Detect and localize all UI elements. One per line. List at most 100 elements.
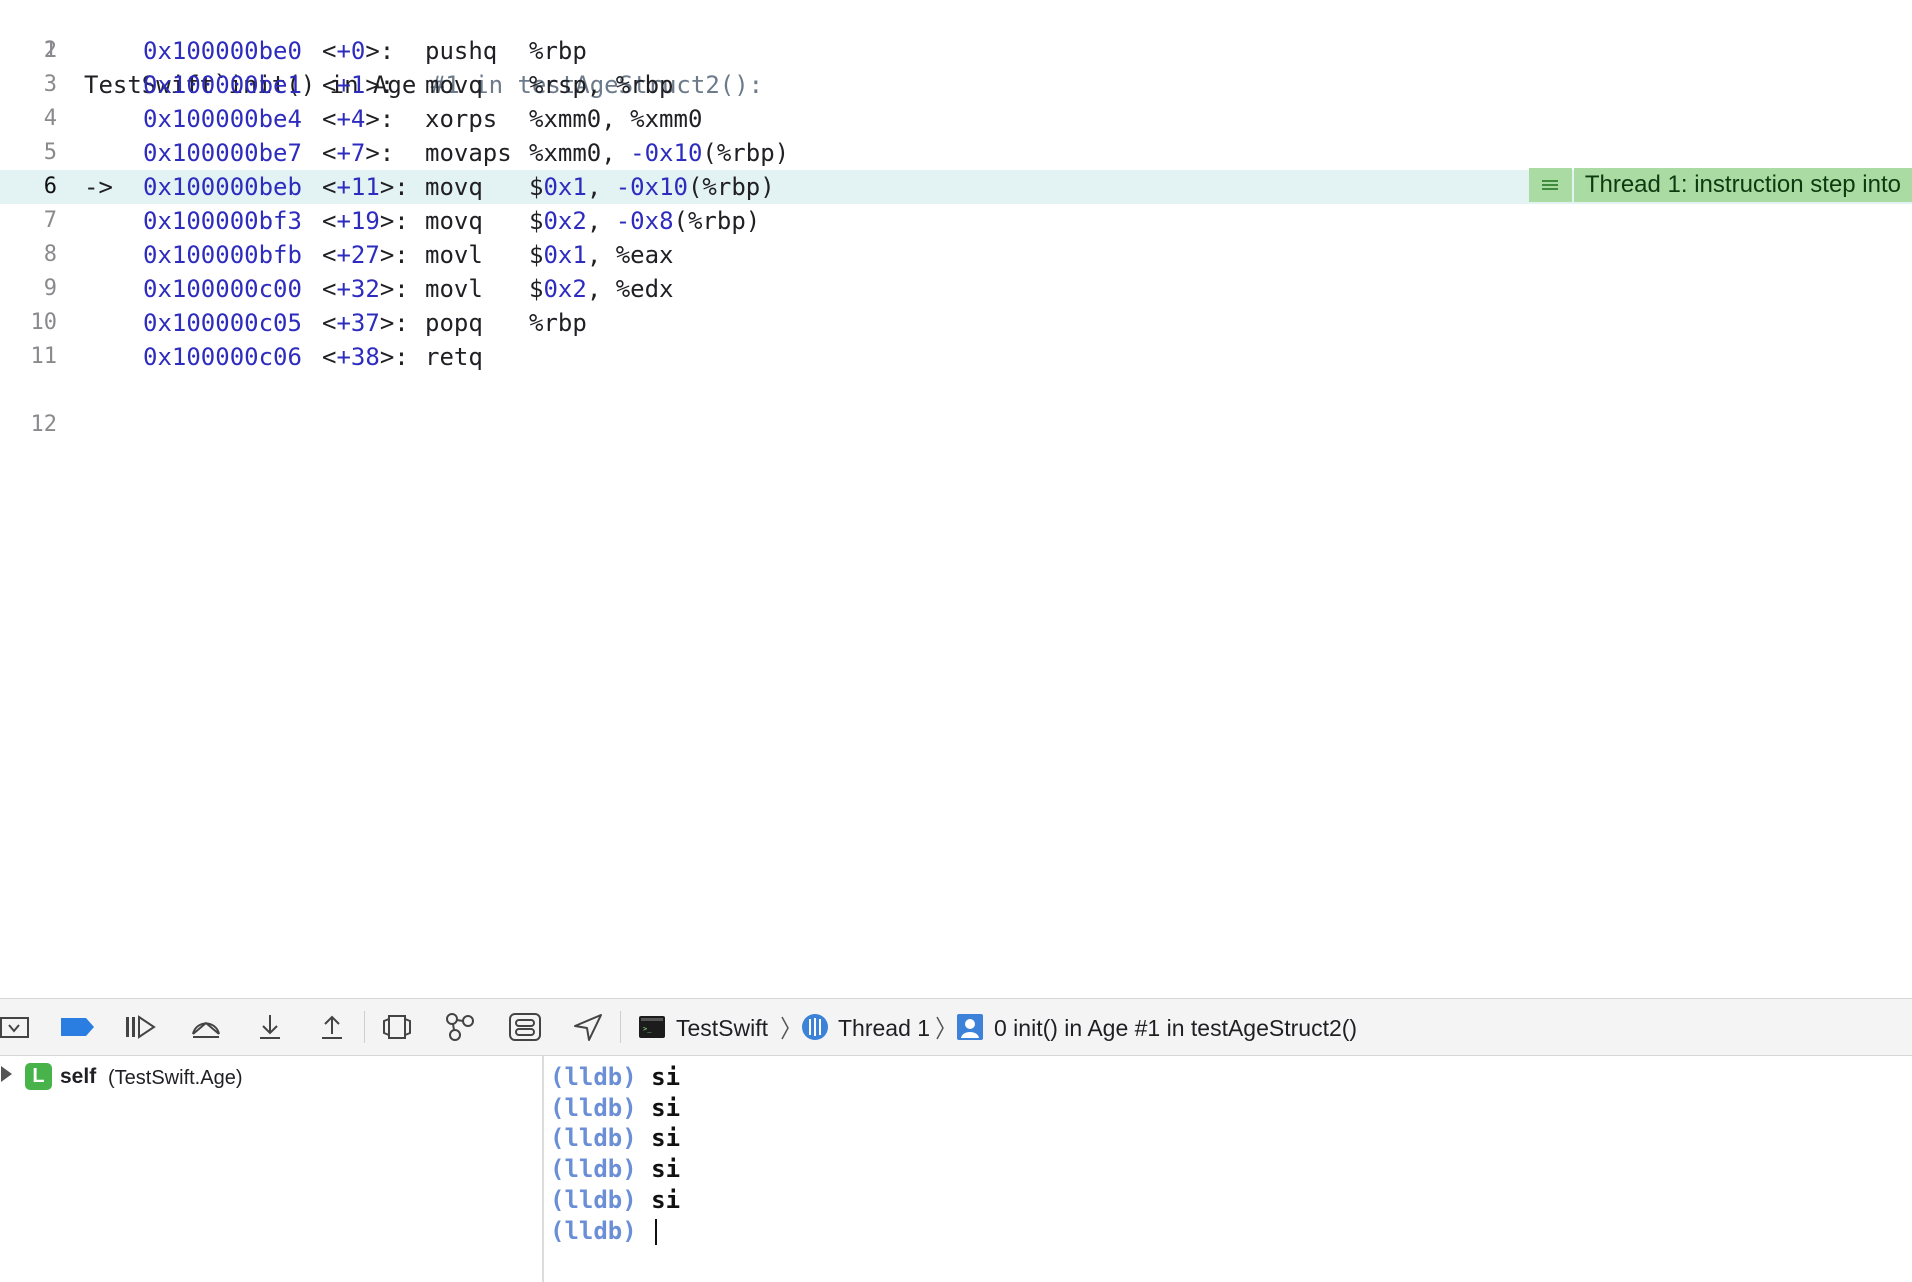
instruction-address: 0x100000bfb [143, 241, 302, 269]
text-cursor [655, 1218, 658, 1245]
instruction-operands: $0x2, %edx [529, 272, 674, 306]
console-command: si [651, 1155, 681, 1184]
code-line[interactable]: 4 0x100000be4 <+4>: xorps %xmm0, %xmm0 [0, 102, 1912, 136]
line-number: 8 [43, 242, 57, 267]
instruction-offset: <+37>: [322, 309, 409, 337]
simulate-location-icon[interactable] [572, 1007, 604, 1047]
hide-debug-area-icon[interactable] [0, 1007, 30, 1047]
instruction-mnemonic: movq [425, 173, 483, 201]
operand-token: -0x10 [615, 173, 688, 201]
breadcrumb-target[interactable]: TestSwift [676, 999, 768, 1057]
lldb-prompt: (lldb) [550, 1216, 637, 1245]
instruction-mnemonic: movq [425, 71, 483, 99]
instruction-offset: <+1>: [322, 71, 395, 99]
instruction-operands: $0x1, %eax [529, 238, 674, 272]
continue-icon[interactable] [124, 1007, 158, 1047]
stack-frame-icon [956, 1007, 984, 1047]
instruction-mnemonic: retq [425, 343, 483, 371]
code-line[interactable]: 2 0x100000be0 <+0>: pushq %rbp [0, 34, 1912, 68]
operand-token: %rbp [529, 37, 587, 65]
memory-graph-icon[interactable] [444, 1007, 478, 1047]
local-variable-badge: L [25, 1063, 52, 1090]
operand-token: 0x2 [543, 275, 587, 303]
instruction-address: 0x100000be4 [143, 105, 302, 133]
instruction-offset: <+32>: [322, 275, 409, 303]
step-out-icon[interactable] [318, 1007, 346, 1047]
lldb-console[interactable]: (lldb) si (lldb) si (lldb) si (lldb) si (lld… [544, 1056, 1912, 1282]
operand-token: , %eax [586, 241, 674, 269]
instruction-offset: <+7>: [322, 139, 395, 167]
instruction-offset: <+0>: [322, 37, 395, 65]
code-line[interactable]: 7 0x100000bf3 <+19>: movq $0x2, -0x8(%rbp) [0, 204, 1912, 238]
toolbar-separator [620, 1011, 621, 1043]
operand-token: , [586, 173, 616, 201]
console-prompt-line[interactable]: (lldb) [550, 1216, 658, 1246]
step-into-icon[interactable] [256, 1007, 284, 1047]
instruction-mnemonic: movl [425, 241, 483, 269]
code-line[interactable]: 5 0x100000be7 <+7>: movaps %xmm0, -0x10(%rbp… [0, 136, 1912, 170]
instruction-operands: %xmm0, %xmm0 [529, 102, 702, 136]
breadcrumb-frame[interactable]: 0 init() in Age #1 in testAgeStruct2() [994, 999, 1357, 1057]
instruction-operands: %rbp [529, 306, 587, 340]
instruction-address: 0x100000c05 [143, 309, 302, 337]
instruction-offset: <+19>: [322, 207, 409, 235]
thread-icon [800, 1007, 830, 1047]
terminal-app-icon: >_ [638, 1007, 666, 1047]
environment-overrides-icon[interactable] [508, 1007, 542, 1047]
code-line[interactable]: 3 0x100000be1 <+1>: movq %rsp, %rbp [0, 68, 1912, 102]
instruction-address: 0x100000be1 [143, 71, 302, 99]
line-number: 4 [43, 106, 57, 131]
console-entry: (lldb) si [550, 1123, 680, 1153]
code-line[interactable]: 8 0x100000bfb <+27>: movl $0x1, %eax [0, 238, 1912, 272]
breadcrumb-thread[interactable]: Thread 1 [838, 999, 930, 1057]
console-command: si [651, 1093, 681, 1122]
instruction-address: 0x100000c06 [143, 343, 302, 371]
code-line-empty[interactable]: 12 [0, 374, 1912, 437]
instruction-operands: $0x2, -0x8(%rbp) [529, 204, 760, 238]
lldb-prompt: (lldb) [550, 1093, 637, 1122]
operand-token: 0x2 [543, 207, 587, 235]
instruction-address: 0x100000beb [143, 173, 302, 201]
line-number: 12 [30, 412, 58, 437]
instruction-operands: $0x1, -0x10(%rbp) [529, 170, 775, 204]
code-line[interactable]: 11 0x100000c06 <+38>: retq [0, 340, 1912, 374]
disclosure-triangle-icon[interactable] [0, 1064, 14, 1089]
debug-view-hierarchy-icon[interactable] [382, 1007, 412, 1047]
thread-annotation[interactable]: Thread 1: instruction step into [1528, 168, 1912, 202]
variable-type: (TestSwift.Age) [108, 1067, 243, 1089]
operand-token: (%rbp) [702, 139, 790, 167]
code-line-header[interactable]: 1 TestSwift`init() in Age #1 in testAgeS… [0, 0, 1912, 99]
instruction-mnemonic: pushq [425, 37, 498, 65]
code-line[interactable]: 10 0x100000c05 <+37>: popq %rbp [0, 306, 1912, 340]
svg-text:>_: >_ [643, 1025, 652, 1033]
variable-name[interactable]: self [60, 1062, 96, 1092]
code-line[interactable]: 9 0x100000c00 <+32>: movl $0x2, %edx [0, 272, 1912, 306]
step-over-icon[interactable] [190, 1007, 222, 1047]
operand-token: -0x8 [615, 207, 674, 235]
instruction-mnemonic: movq [425, 207, 483, 235]
console-entry: (lldb) si [550, 1093, 680, 1123]
operand-token: 0x1 [543, 173, 587, 201]
line-number: 9 [43, 276, 57, 301]
annotation-menu-icon[interactable] [1528, 168, 1572, 202]
line-number: 7 [43, 208, 57, 233]
chevron-right-icon [935, 999, 945, 1057]
instruction-address: 0x100000c00 [143, 275, 302, 303]
current-instruction-arrow: -> [84, 173, 113, 201]
operand-token: $ [529, 207, 544, 235]
operand-token: (%rbp) [673, 207, 761, 235]
instruction-operands: %xmm0, -0x10(%rbp) [529, 136, 789, 170]
debug-bar: >_ TestSwift Thread 1 0 init() in Age #1… [0, 998, 1912, 1056]
instruction-offset: <+11>: [322, 173, 409, 201]
disassembly-editor[interactable]: 1 TestSwift`init() in Age #1 in testAgeS… [0, 0, 1912, 998]
instruction-offset: <+4>: [322, 105, 395, 133]
lldb-prompt: (lldb) [550, 1155, 637, 1184]
instruction-operands: %rbp [529, 34, 587, 68]
operand-token: (%rbp) [687, 173, 775, 201]
line-number: 10 [30, 310, 58, 335]
operand-token: $ [529, 241, 544, 269]
instruction-offset: <+38>: [322, 343, 409, 371]
instruction-mnemonic: movaps [425, 139, 512, 167]
operand-token: %xmm0, [529, 139, 631, 167]
breakpoints-toggle-icon[interactable] [60, 1007, 96, 1047]
